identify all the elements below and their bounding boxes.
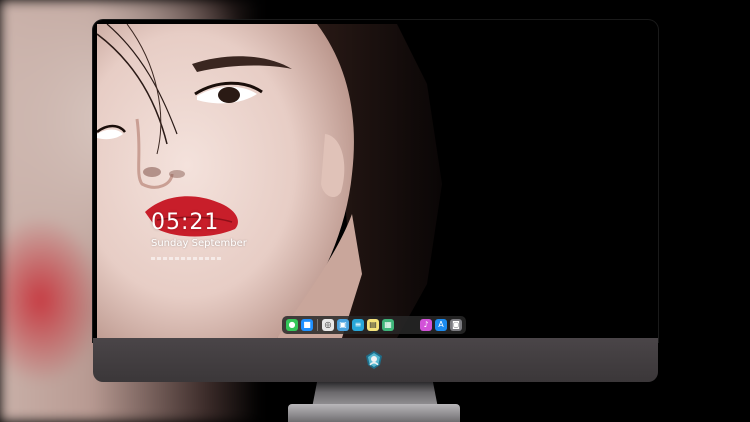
monitor-screen: 05:21 Sunday September ● ■ ◎ ▣ ≡ ▤ ▦ ♪ A ◙ <box>97 24 654 338</box>
app-store-icon[interactable]: A <box>435 319 447 331</box>
notes-icon[interactable]: ▤ <box>367 319 379 331</box>
clapper-icon[interactable]: ≡ <box>352 319 364 331</box>
itunes-icon[interactable]: ♪ <box>420 319 432 331</box>
photos-app-icon[interactable]: ▦ <box>382 319 394 331</box>
preview-icon[interactable]: ▣ <box>337 319 349 331</box>
safari-icon[interactable]: ◎ <box>322 319 334 331</box>
lock-screen-time: 05:21 <box>151 210 220 235</box>
lock-screen-date: Sunday September <box>151 238 247 249</box>
dock-separator <box>317 319 318 331</box>
finder-icon[interactable]: ■ <box>301 319 313 331</box>
lock-screen-subtext <box>151 257 221 260</box>
monitor-stand-base <box>288 404 460 422</box>
wallpaper-portrait <box>97 24 654 338</box>
desktop-scene: 05:21 Sunday September ● ■ ◎ ▣ ≡ ▤ ▦ ♪ A ◙ <box>0 0 750 422</box>
dock: ● ■ ◎ ▣ ≡ ▤ ▦ ♪ A ◙ <box>282 316 466 334</box>
brand-logo-icon <box>366 351 382 369</box>
messages-icon[interactable]: ● <box>286 319 298 331</box>
camera-icon[interactable]: ◙ <box>450 319 462 331</box>
